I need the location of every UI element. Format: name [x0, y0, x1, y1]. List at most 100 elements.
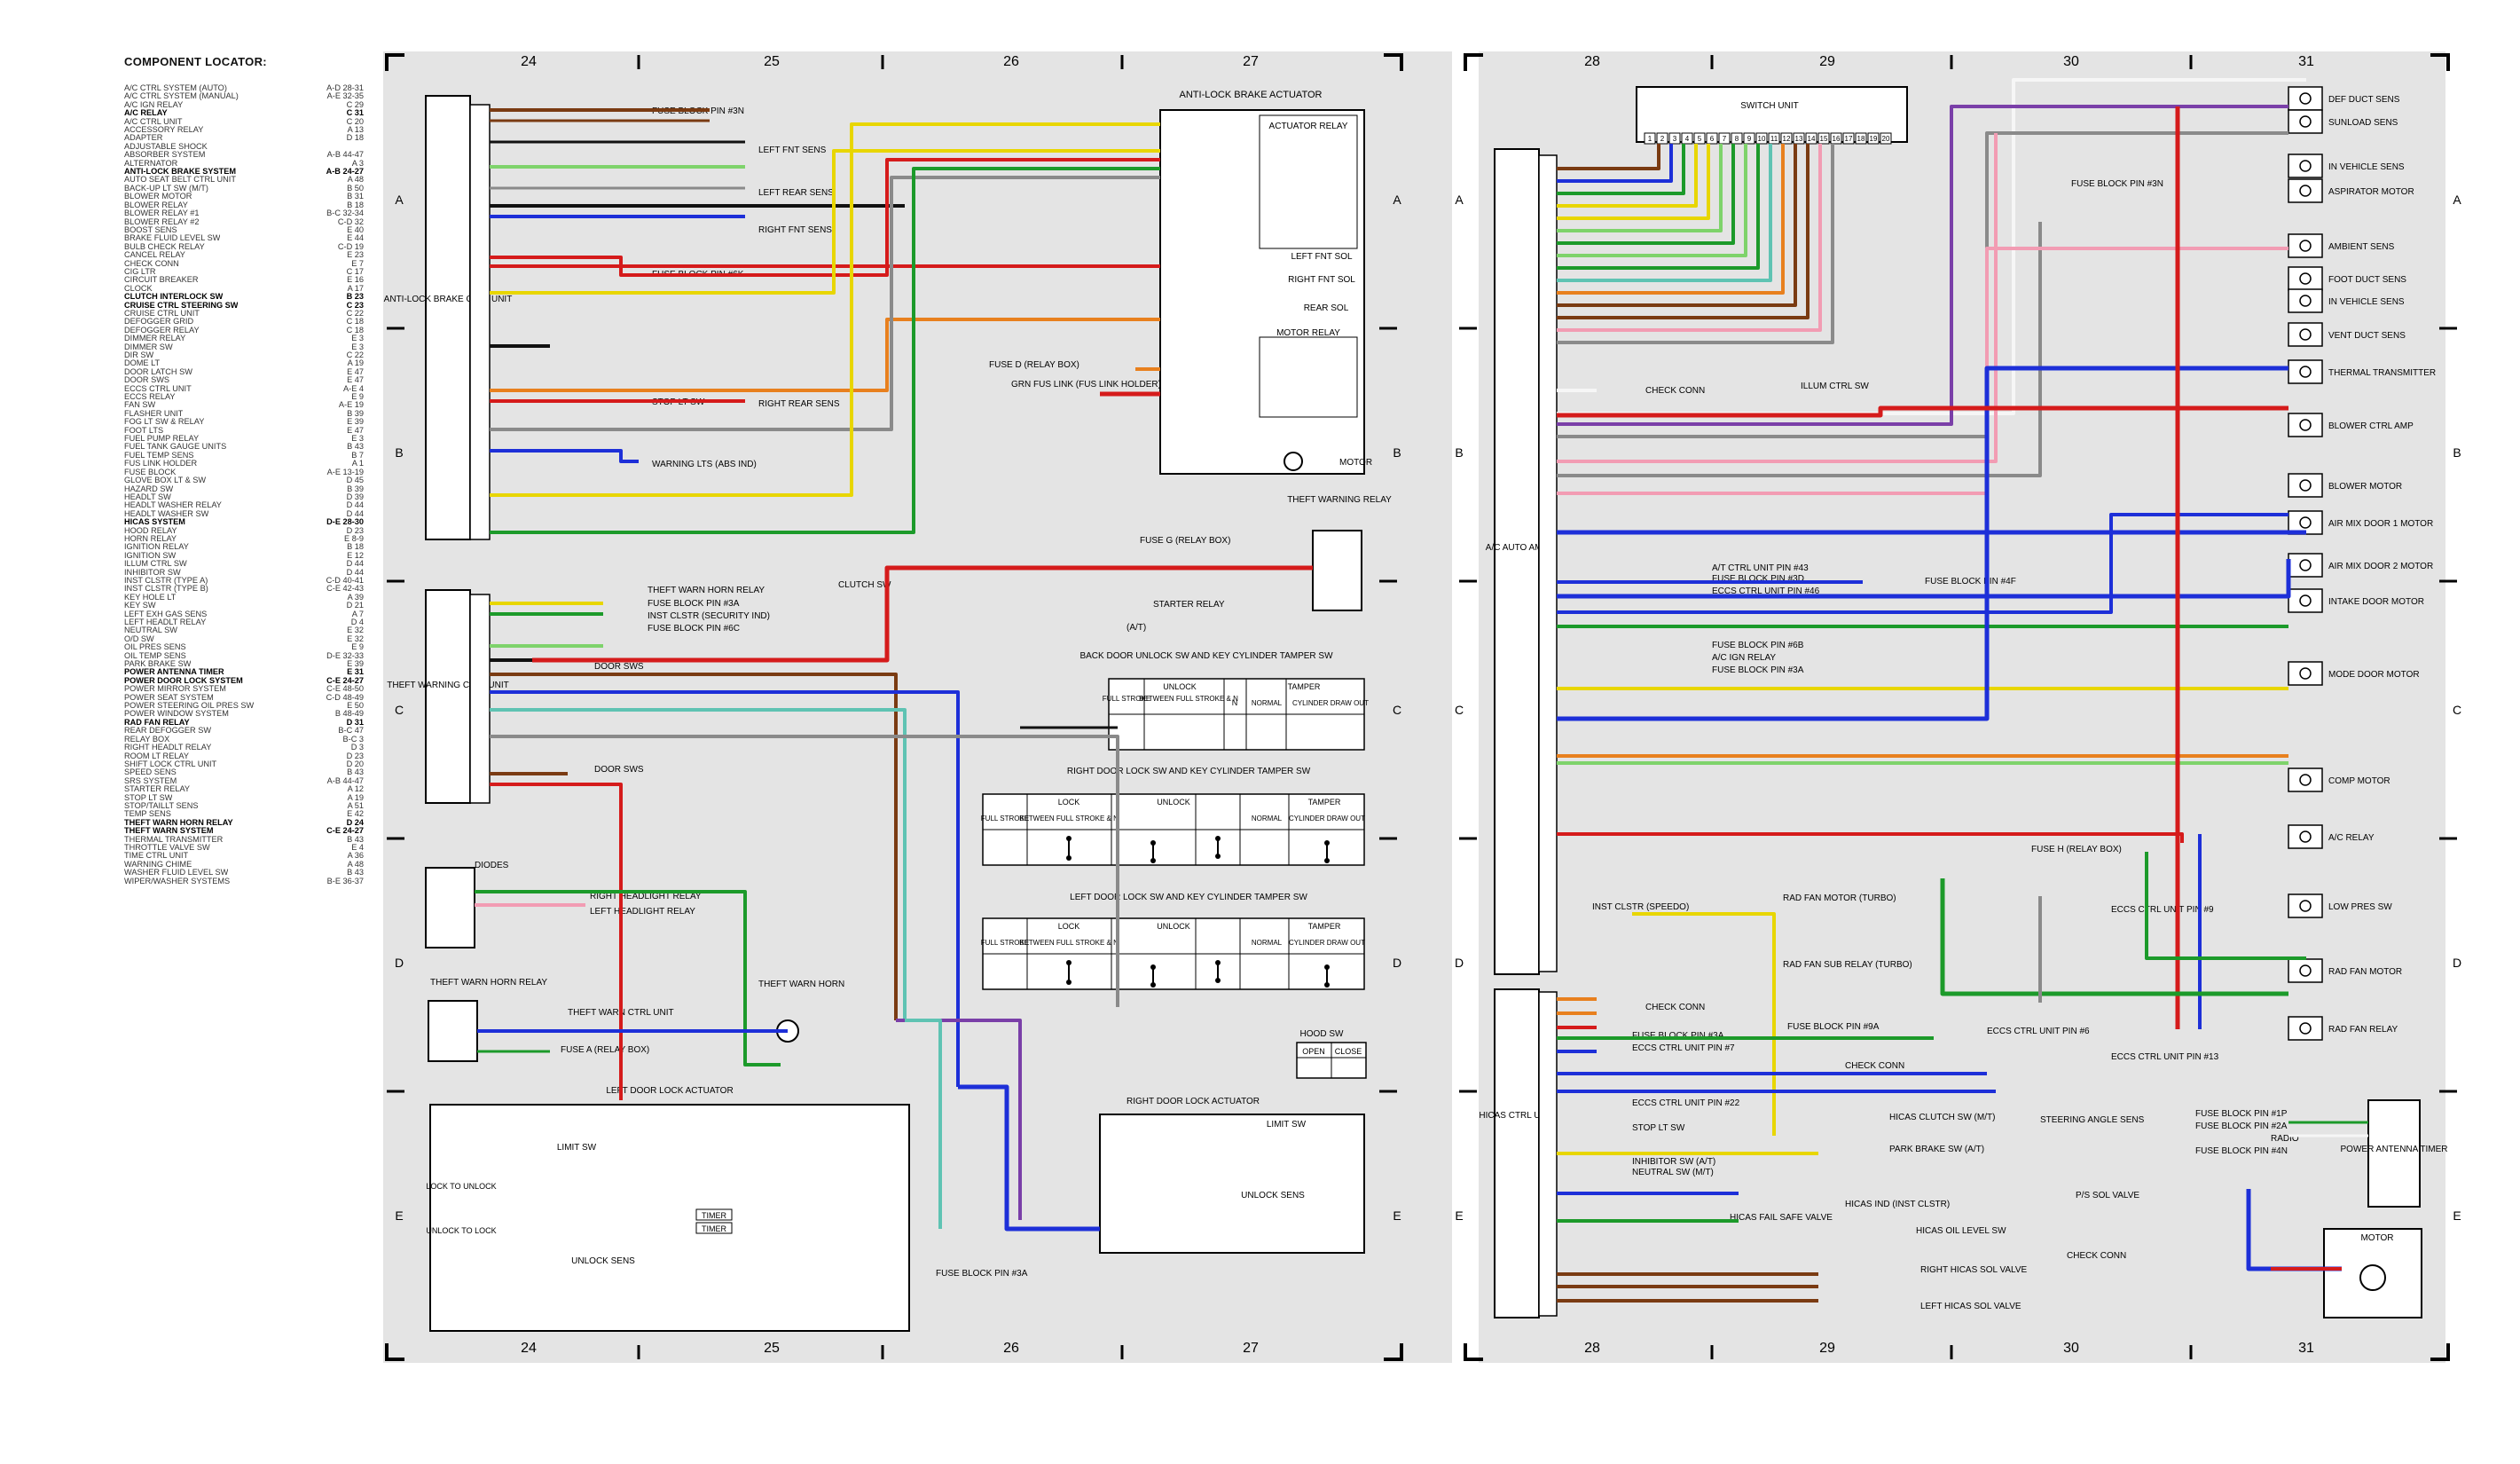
row-label: B — [1393, 445, 1401, 460]
right-limit-sw-label: LIMIT SW — [1267, 1120, 1307, 1129]
diodes-label: DIODES — [475, 861, 509, 870]
row-label: D — [1393, 956, 1401, 970]
component-label: FOOT DUCT SENS — [2328, 275, 2406, 285]
table-between: BETWEEN FULL STROKE & N — [1139, 695, 1238, 703]
table-dot — [1066, 960, 1072, 965]
switch-pin-number: 17 — [1845, 135, 1853, 143]
table-dot — [1066, 836, 1072, 841]
svg-text:FUSE BLOCK PIN #3A: FUSE BLOCK PIN #3A — [1712, 665, 1804, 675]
column-label-top: 25 — [764, 54, 780, 69]
fuse-2a: FUSE BLOCK PIN #2A — [2195, 1122, 2288, 1131]
svg-text:A/T CTRL UNIT PIN #43: A/T CTRL UNIT PIN #43 — [1712, 563, 1809, 573]
row-label: A — [1393, 193, 1401, 207]
svg-text:(A/T): (A/T) — [1127, 623, 1146, 633]
svg-text:HICAS IND (INST CLSTR): HICAS IND (INST CLSTR) — [1845, 1200, 1950, 1209]
component-label: LOW PRES SW — [2328, 902, 2392, 912]
back-door-sw-label: BACK DOOR UNLOCK SW AND KEY CYLINDER TAM… — [1079, 651, 1333, 661]
switch-pin-number: 4 — [1685, 135, 1690, 143]
component-label: RAD FAN RELAY — [2328, 1025, 2398, 1035]
switch-pin-number: 6 — [1710, 135, 1715, 143]
component-label: RAD FAN MOTOR — [2328, 967, 2402, 977]
svg-text:INST CLSTR (SECURITY IND): INST CLSTR (SECURITY IND) — [648, 611, 770, 621]
hood-sw-label: HOOD SW — [1300, 1029, 1344, 1039]
component-label: IN VEHICLE SENS — [2328, 162, 2405, 172]
switch-pin-number: 19 — [1870, 135, 1878, 143]
abs-unit-label: ANTI-LOCK BRAKE CTRL UNIT — [384, 295, 513, 304]
right-fnt-sol-label: RIGHT FNT SOL — [1288, 275, 1355, 285]
svg-text:HICAS OIL LEVEL SW: HICAS OIL LEVEL SW — [1916, 1226, 2006, 1236]
svg-text:P/S SOL VALVE: P/S SOL VALVE — [2076, 1191, 2139, 1200]
svg-text:ECCS CTRL UNIT PIN #6: ECCS CTRL UNIT PIN #6 — [1987, 1027, 2090, 1036]
component-symbol — [2299, 295, 2312, 307]
component-symbol — [2299, 559, 2312, 571]
right-door-sw-label: RIGHT DOOR LOCK SW AND KEY CYLINDER TAMP… — [1067, 767, 1311, 776]
component-label: VENT DUCT SENS — [2328, 331, 2406, 341]
switch-unit-label: SWITCH UNIT — [1740, 101, 1799, 111]
svg-text:INST CLSTR (SPEEDO): INST CLSTR (SPEEDO) — [1592, 902, 1689, 912]
column-label-top: 30 — [2063, 54, 2079, 69]
svg-text:LEFT REAR SENS: LEFT REAR SENS — [758, 188, 834, 198]
svg-text:LEFT HICAS SOL VALVE: LEFT HICAS SOL VALVE — [1920, 1302, 2021, 1311]
svg-text:LEFT FNT SENS: LEFT FNT SENS — [758, 146, 827, 155]
svg-text:RIGHT HICAS SOL VALVE: RIGHT HICAS SOL VALVE — [1920, 1265, 2028, 1275]
fuse-1p: FUSE BLOCK PIN #1P — [2195, 1109, 2288, 1119]
svg-text:RIGHT REAR SENS: RIGHT REAR SENS — [758, 399, 840, 409]
switch-pin-number: 2 — [1660, 135, 1665, 143]
switch-pin-number: 20 — [1882, 135, 1890, 143]
switch-pin-number: 10 — [1758, 135, 1766, 143]
table-cyl: CYLINDER DRAW OUT — [1292, 699, 1369, 707]
theft-horn-relay — [428, 1000, 478, 1062]
component-label: DEF DUCT SENS — [2328, 95, 2400, 105]
component-symbol — [2299, 185, 2312, 197]
component-symbol — [2299, 328, 2312, 341]
table-normal: NORMAL — [1252, 939, 1283, 947]
timer-label-2: TIMER — [702, 1224, 726, 1233]
svg-text:FUSE BLOCK PIN #6C: FUSE BLOCK PIN #6C — [648, 624, 740, 634]
ac-auto-amp — [1494, 148, 1540, 975]
row-label: C — [2453, 703, 2461, 717]
table-dot — [1324, 964, 1330, 970]
column-label-bottom: 24 — [521, 1341, 537, 1356]
component-symbol — [2299, 160, 2312, 172]
row-label: A — [1455, 193, 1464, 207]
svg-text:ILLUM CTRL SW: ILLUM CTRL SW — [1801, 382, 1869, 391]
left-actuator-label: LEFT DOOR LOCK ACTUATOR — [606, 1086, 733, 1096]
row-label: E — [2453, 1208, 2461, 1223]
column-label-bottom: 27 — [1243, 1341, 1259, 1356]
switch-pin-number: 14 — [1808, 135, 1816, 143]
svg-text:ECCS CTRL UNIT PIN #7: ECCS CTRL UNIT PIN #7 — [1632, 1043, 1735, 1053]
component-symbol — [2299, 516, 2312, 529]
switch-pin-number: 9 — [1747, 135, 1752, 143]
table-dot — [1324, 982, 1330, 988]
component-symbol — [2299, 774, 2312, 786]
table-dot — [1215, 960, 1221, 965]
row-label: E — [1455, 1208, 1463, 1223]
component-label: BLOWER CTRL AMP — [2328, 421, 2414, 431]
table-dot — [1324, 840, 1330, 846]
svg-text:FUSE H (RELAY BOX): FUSE H (RELAY BOX) — [2031, 845, 2122, 854]
svg-text:FUSE BLOCK PIN #3A: FUSE BLOCK PIN #3A — [648, 599, 740, 609]
svg-text:FUSE BLOCK PIN #9A: FUSE BLOCK PIN #9A — [1787, 1022, 1880, 1032]
table-dot — [1066, 980, 1072, 985]
timer-label-1: TIMER — [702, 1211, 726, 1220]
row-label: C — [1455, 703, 1464, 717]
diodes-box — [425, 867, 475, 948]
pat-label: POWER ANTENNA TIMER — [2341, 1145, 2448, 1154]
component-symbol — [2299, 830, 2312, 843]
table-normal: NORMAL — [1252, 699, 1283, 707]
table-close: CLOSE — [1335, 1047, 1362, 1056]
right-door-actuator — [1099, 1114, 1365, 1254]
column-label-bottom: 31 — [2298, 1341, 2314, 1356]
svg-text:FUSE D (RELAY BOX): FUSE D (RELAY BOX) — [989, 360, 1079, 370]
motor-label: MOTOR — [1339, 458, 1372, 468]
component-label: COMP MOTOR — [2328, 776, 2390, 786]
svg-text:CHECK CONN: CHECK CONN — [1645, 386, 1705, 396]
svg-text:NEUTRAL SW (M/T): NEUTRAL SW (M/T) — [1632, 1168, 1714, 1177]
table-dot — [1215, 978, 1221, 983]
svg-text:FUSE BLOCK PIN #6B: FUSE BLOCK PIN #6B — [1712, 641, 1804, 650]
table-dot — [1215, 854, 1221, 859]
switch-pin-number: 5 — [1698, 135, 1702, 143]
table-n: N — [1232, 698, 1238, 707]
row-label: E — [395, 1208, 403, 1223]
table-cyl: CYLINDER DRAW OUT — [1289, 815, 1365, 823]
